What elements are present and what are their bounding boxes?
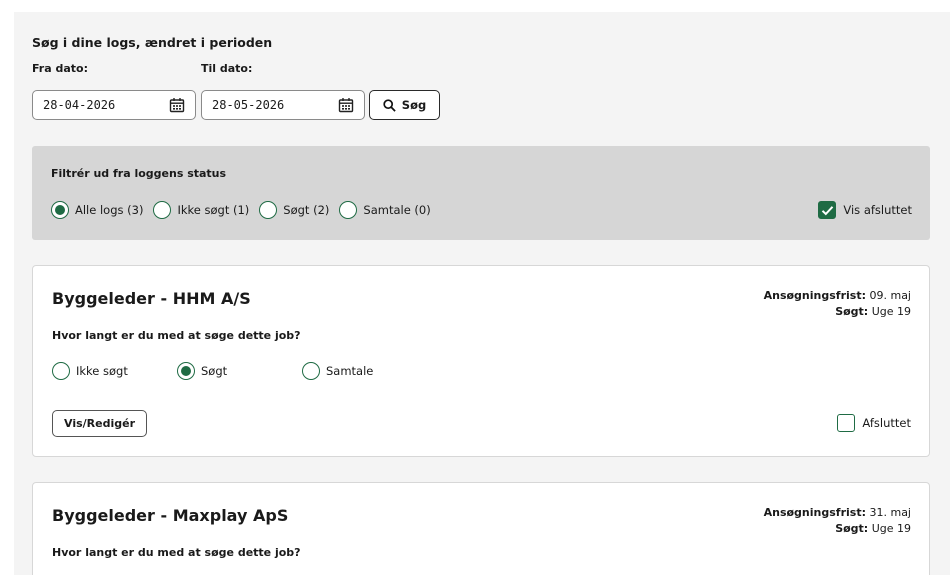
radio-icon[interactable] [302, 362, 320, 380]
filter-panel: Filtrér ud fra loggens status Alle logs … [32, 146, 930, 240]
applied-value: Uge 19 [871, 522, 911, 535]
calendar-icon[interactable] [338, 97, 354, 113]
checkbox-icon[interactable] [837, 414, 856, 432]
filter-option-label: Ikke søgt (1) [177, 203, 250, 217]
progress-question: Hvor langt er du med at søge dette job? [52, 329, 301, 342]
closed-label: Afsluttet [862, 416, 911, 430]
job-card: Byggeleder - Maxplay ApS Ansøgningsfrist… [32, 482, 930, 575]
status-label: Ikke søgt [76, 364, 128, 378]
job-dates: Ansøgningsfrist: 31. maj Søgt: Uge 19 [764, 505, 911, 537]
filter-option-applied[interactable]: Søgt (2) [259, 201, 329, 219]
job-dates: Ansøgningsfrist: 09. maj Søgt: Uge 19 [764, 288, 911, 320]
status-interview[interactable]: Samtale [302, 362, 427, 380]
radio-icon[interactable] [339, 201, 358, 219]
status-applied[interactable]: Søgt [177, 362, 302, 380]
to-date-value: 28-05-2026 [212, 98, 285, 112]
radio-checked-icon[interactable] [177, 362, 195, 380]
from-date-label: Fra dato: [32, 62, 88, 75]
radio-icon[interactable] [259, 201, 278, 219]
radio-checked-icon[interactable] [51, 201, 69, 219]
to-date-label: Til dato: [201, 62, 253, 75]
status-label: Samtale [326, 364, 374, 378]
filter-option-interview[interactable]: Samtale (0) [339, 201, 431, 219]
to-date-input[interactable]: 28-05-2026 [201, 90, 365, 120]
search-button-label: Søg [401, 98, 427, 112]
page: Søg i dine logs, ændret i perioden Fra d… [14, 12, 950, 575]
radio-icon[interactable] [52, 362, 70, 380]
calendar-icon[interactable] [169, 97, 185, 113]
applied-label: Søgt: [835, 522, 869, 535]
progress-question: Hvor langt er du med at søge dette job? [52, 546, 301, 559]
show-closed-label: Vis afsluttet [843, 203, 912, 217]
deadline-label: Ansøgningsfrist: [763, 506, 866, 519]
filter-title: Filtrér ud fra loggens status [51, 167, 227, 180]
job-card: Byggeleder - HHM A/S Ansøgningsfrist: 09… [32, 265, 930, 457]
closed-toggle[interactable]: Afsluttet [837, 414, 911, 432]
search-title: Søg i dine logs, ændret i perioden [32, 35, 273, 50]
deadline-label: Ansøgningsfrist: [763, 289, 866, 302]
job-title: Byggeleder - Maxplay ApS [52, 506, 289, 525]
status-not-applied[interactable]: Ikke søgt [52, 362, 177, 380]
job-title: Byggeleder - HHM A/S [52, 289, 251, 308]
search-icon [383, 98, 396, 112]
deadline-value: 09. maj [869, 289, 911, 302]
status-label: Søgt [201, 364, 228, 378]
status-filter-group: Alle logs (3) Ikke søgt (1) Søgt (2) Sam… [51, 201, 441, 219]
checkbox-checked-icon[interactable] [818, 201, 837, 219]
job-status-group: Ikke søgt Søgt Samtale [52, 362, 427, 380]
applied-value: Uge 19 [871, 305, 911, 318]
from-date-value: 28-04-2026 [43, 98, 116, 112]
view-edit-button[interactable]: Vis/Redigér [52, 410, 147, 437]
show-closed-toggle[interactable]: Vis afsluttet [818, 201, 912, 219]
filter-option-label: Alle logs (3) [75, 203, 144, 217]
filter-option-label: Søgt (2) [283, 203, 330, 217]
filter-option-label: Samtale (0) [363, 203, 431, 217]
search-button[interactable]: Søg [369, 90, 440, 120]
from-date-input[interactable]: 28-04-2026 [32, 90, 196, 120]
filter-option-not-applied[interactable]: Ikke søgt (1) [153, 201, 249, 219]
applied-label: Søgt: [835, 305, 869, 318]
filter-option-all[interactable]: Alle logs (3) [51, 201, 143, 219]
radio-icon[interactable] [153, 201, 172, 219]
deadline-value: 31. maj [869, 506, 911, 519]
